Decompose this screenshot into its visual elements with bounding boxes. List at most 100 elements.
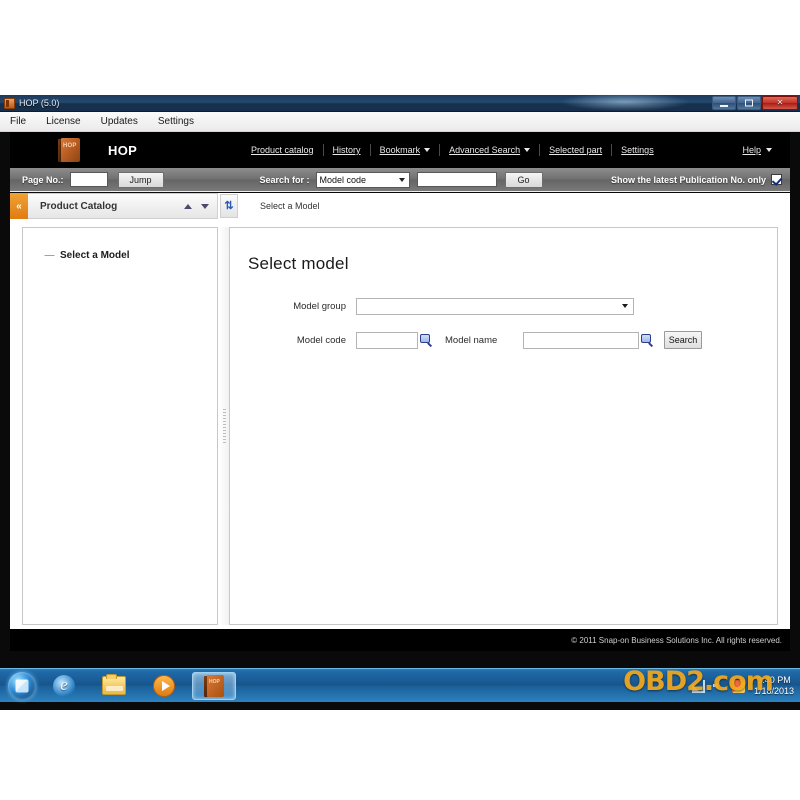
chevron-down-icon <box>766 148 772 152</box>
catalog-subheader: « Product Catalog ⇅ Select a Model <box>10 193 790 219</box>
copyright-text: © 2011 Snap-on Business Solutions Inc. A… <box>571 635 782 645</box>
latest-publication-checkbox[interactable] <box>771 174 782 185</box>
latest-publication-label: Show the latest Publication No. only <box>610 174 766 185</box>
model-code-label: Model code <box>296 334 346 346</box>
chevron-down-icon <box>398 177 405 182</box>
search-toolbar: Page No.: Jump Search for : Model code G… <box>10 168 790 192</box>
model-group-select[interactable] <box>356 297 634 315</box>
close-button[interactable]: ✕ <box>762 96 798 110</box>
nav-settings[interactable]: Settings <box>612 144 663 156</box>
jump-button[interactable]: Jump <box>117 171 164 188</box>
nav-history[interactable]: History <box>324 144 371 156</box>
application-header: HOP HOP Product catalog History Bookmark… <box>10 132 790 168</box>
nav-advanced-search[interactable]: Advanced Search <box>440 144 541 156</box>
minimize-button[interactable] <box>712 96 736 110</box>
windows-logo-icon <box>15 679 29 692</box>
breadcrumb: Select a Model <box>260 201 320 211</box>
nav-selected-part-label: Selected part <box>549 145 603 155</box>
taskbar-clock[interactable]: 3:40 PM 1/18/2013 <box>752 675 794 697</box>
tree-item-select-a-model[interactable]: — Select a Model <box>23 228 217 261</box>
product-catalog-title: Product Catalog <box>40 200 118 212</box>
model-name-input[interactable] <box>523 331 639 349</box>
chevron-down-icon <box>424 148 431 152</box>
panel-arrow-buttons[interactable] <box>184 203 209 209</box>
nav-bookmark[interactable]: Bookmark <box>371 144 441 156</box>
chevron-down-icon <box>622 304 628 308</box>
start-button-icon[interactable] <box>8 671 36 700</box>
search-button[interactable]: Search <box>664 331 702 349</box>
application-menubar[interactable]: File License Updates Settings <box>0 112 800 132</box>
model-group-value <box>357 304 361 314</box>
tree-expander-icon[interactable]: — <box>45 250 55 260</box>
menu-item-file[interactable]: File <box>8 115 28 128</box>
triangle-down-icon[interactable] <box>201 203 209 209</box>
system-tray[interactable]: 3:40 PM 1/18/2013 <box>691 669 800 703</box>
nav-bookmark-label: Bookmark <box>379 145 421 155</box>
splitter-grip <box>222 409 226 443</box>
refresh-button[interactable]: ⇅ <box>220 194 238 218</box>
model-code-row: Model code Model name Search <box>230 328 779 352</box>
menu-item-settings[interactable]: Settings <box>156 115 196 128</box>
triangle-up-icon[interactable] <box>184 203 192 209</box>
nav-help[interactable]: Help <box>742 132 772 168</box>
model-name-label: Model name <box>445 334 498 346</box>
chevron-down-icon <box>524 148 531 152</box>
model-code-input[interactable] <box>356 331 418 349</box>
brand-title: HOP <box>108 142 138 158</box>
search-for-label: Search for : <box>259 174 310 185</box>
top-navigation[interactable]: Product catalog History Bookmark Advance… <box>242 132 663 168</box>
taskbar-item-hop[interactable]: HOP <box>192 671 236 700</box>
search-input[interactable] <box>416 172 497 187</box>
content-area: — Select a Model Select model Model grou… <box>10 219 790 629</box>
taskbar-item-media-player[interactable] <box>142 672 186 700</box>
model-group-label: Model group <box>293 300 346 312</box>
select-model-form: Model group Model code Model name Search <box>230 294 779 362</box>
clock-time: 3:40 PM <box>757 675 791 685</box>
menu-item-updates[interactable]: Updates <box>99 115 140 128</box>
magnifier-icon[interactable] <box>420 333 433 347</box>
model-group-row: Model group <box>230 294 779 318</box>
magnifier-icon[interactable] <box>641 333 654 347</box>
window-title: HOP (5.0) <box>19 98 60 108</box>
titlebar-glow <box>560 93 690 111</box>
page-no-label: Page No.: <box>22 174 64 185</box>
taskbar-item-internet-explorer[interactable] <box>42 672 86 700</box>
go-button[interactable]: Go <box>504 171 543 188</box>
nav-product-catalog[interactable]: Product catalog <box>242 144 324 156</box>
internet-explorer-icon <box>53 674 75 697</box>
maximize-restore-button[interactable] <box>737 96 761 110</box>
windows-taskbar[interactable]: HOP 3:40 PM 1/18/2013 <box>0 668 800 702</box>
network-icon[interactable] <box>691 679 705 693</box>
menu-item-license[interactable]: License <box>44 115 82 128</box>
search-for-value: Model code <box>319 174 367 185</box>
volume-icon[interactable] <box>712 680 725 693</box>
catalog-tree-panel[interactable]: — Select a Model <box>22 227 218 625</box>
clock-date: 1/18/2013 <box>753 686 794 696</box>
latest-publication-toggle[interactable]: Show the latest Publication No. only <box>611 174 782 185</box>
product-catalog-panel-header: Product Catalog <box>28 193 218 219</box>
window-controls[interactable]: ✕ <box>712 96 798 110</box>
refresh-icon: ⇅ <box>224 199 234 212</box>
close-icon: ✕ <box>776 98 784 107</box>
panel-splitter[interactable] <box>219 227 229 625</box>
window-titlebar[interactable]: HOP (5.0) ✕ <box>0 93 800 112</box>
nav-settings-label: Settings <box>621 145 654 155</box>
screenshot-root: HOP (5.0) ✕ File License Updates Setting… <box>0 0 800 800</box>
nav-product-catalog-label: Product catalog <box>251 145 314 155</box>
search-for-select[interactable]: Model code <box>315 171 410 188</box>
collapse-sidebar-button[interactable]: « <box>10 193 28 219</box>
page-no-input[interactable] <box>69 172 108 187</box>
page-title: Select model <box>248 254 349 273</box>
hop-app-icon-label: HOP <box>209 678 220 685</box>
select-model-panel: Select model Model group Model code Mode… <box>229 227 778 625</box>
footer: © 2011 Snap-on Business Solutions Inc. A… <box>10 629 790 651</box>
nav-selected-part[interactable]: Selected part <box>540 144 613 156</box>
hop-app-icon: HOP <box>204 674 224 697</box>
action-center-icon[interactable] <box>731 679 745 693</box>
tree-item-label: Select a Model <box>60 250 130 261</box>
taskbar-item-windows-explorer[interactable] <box>92 672 136 700</box>
nav-help-label: Help <box>742 145 761 155</box>
hop-logo-text: HOP <box>63 143 77 149</box>
nav-history-label: History <box>332 145 361 155</box>
hop-book-icon <box>4 97 15 109</box>
